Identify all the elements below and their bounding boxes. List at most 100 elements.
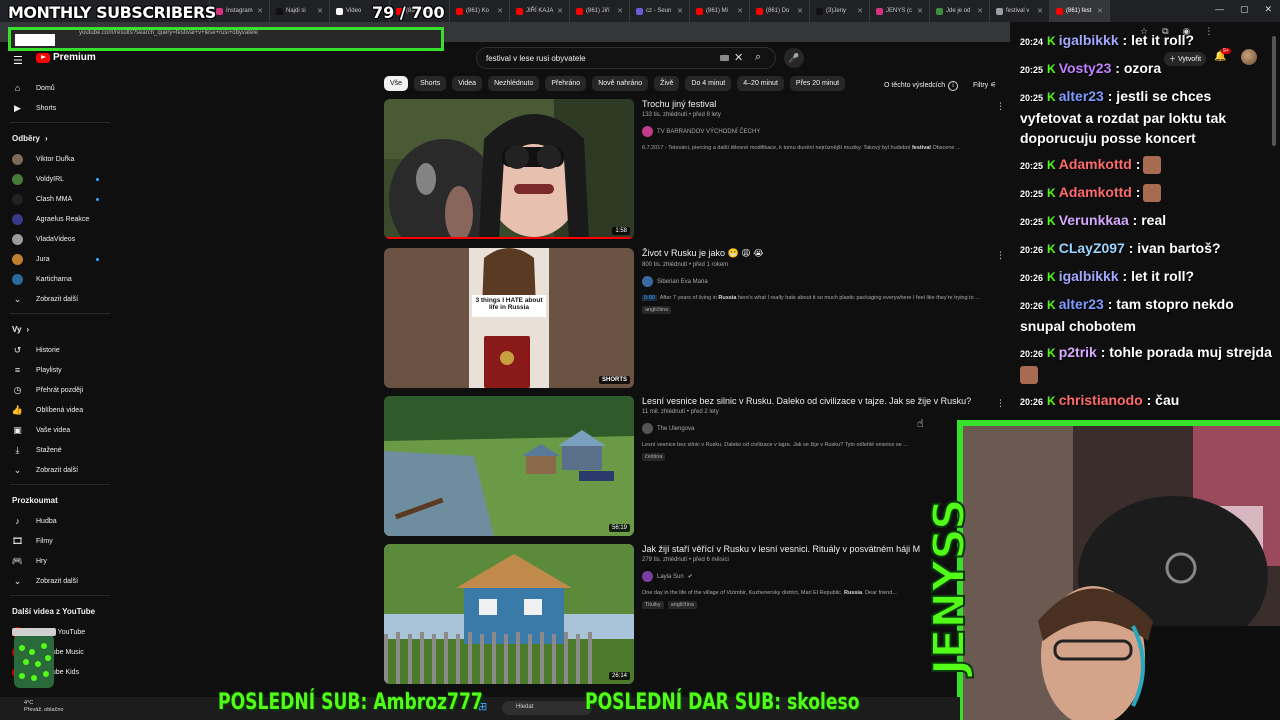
video-thumbnail[interactable]: 26:14 [384,544,634,684]
clear-search-icon[interactable]: ✕ [734,51,743,64]
video-title[interactable]: Trochu jiný festival [642,99,1002,109]
chat-username[interactable]: Verunkkaa [1059,212,1129,228]
taskbar-search[interactable]: Hledat [502,701,592,715]
search-icon[interactable]: ⌕ [755,51,761,64]
sidebar-item[interactable]: ◷ Přehrát později [0,380,120,400]
maximize-icon[interactable]: ▢ [1240,4,1249,15]
channel-name[interactable]: The Ulengova [657,426,694,432]
tab-close-icon[interactable]: ✕ [317,7,323,15]
video-thumbnail[interactable]: 3 things I HATE about life in Russia SHO… [384,248,634,388]
sidebar-item[interactable]: Karticharna [0,269,120,289]
filter-chip[interactable]: Nezhlédnuto [488,76,540,91]
sidebar-item[interactable]: Clash MMA [0,189,120,209]
tab-close-icon[interactable]: ✕ [977,7,983,15]
sidebar-item[interactable]: ⌄ Zobrazit další [0,460,120,480]
minimize-icon[interactable]: — [1215,4,1224,15]
url-input[interactable]: youtube.com/results?search_query=festiva… [8,27,444,51]
chat-username[interactable]: alter23 [1059,88,1104,104]
browser-tab[interactable]: (861) Do ✕ [750,0,810,22]
browser-tab[interactable]: cz - Seun ✕ [630,0,690,22]
tab-close-icon[interactable]: ✕ [677,7,683,15]
tab-close-icon[interactable]: ✕ [557,7,563,15]
more-actions-icon[interactable]: ⋮ [996,398,1005,409]
channel-row[interactable]: Siberian Eva Maria [642,276,1002,287]
chat-username[interactable]: Vosty23 [1059,60,1112,76]
browser-tab[interactable]: Najdi si ✕ [270,0,330,22]
video-title[interactable]: Život v Rusku je jako 😬 😩 😭 [642,248,1002,259]
browser-tab[interactable]: (861) Jiří ✕ [570,0,630,22]
browser-tab[interactable]: JIŘÍ KAJA ✕ [510,0,570,22]
sidebar-item[interactable]: ⤓ Stažené [0,440,120,460]
tab-close-icon[interactable]: ✕ [737,7,743,15]
filters-button[interactable]: Filtry ⚟ [973,81,996,89]
sidebar-section-title[interactable]: Odběry › [0,127,120,149]
channel-name[interactable]: Siberian Eva Maria [657,279,708,285]
sidebar-item[interactable]: ▣ Vaše videa [0,420,120,440]
chat-username[interactable]: igalbikkk [1059,32,1119,48]
tab-close-icon[interactable]: ✕ [1037,7,1043,15]
youtube-logo[interactable]: Premium [36,52,96,63]
search-input[interactable]: festival v lese rusi obyvatele [486,54,586,63]
sidebar-item[interactable]: ⌂ Domů [0,78,120,98]
sidebar-item[interactable]: ≡ Playlisty [0,360,120,380]
browser-tab[interactable]: (861) Mi ✕ [690,0,750,22]
chat-username[interactable]: Adamkottd [1059,184,1132,200]
filter-chip[interactable]: Přehráno [545,76,587,91]
keyboard-icon[interactable] [720,55,729,61]
browser-tab[interactable]: festival v ✕ [990,0,1050,22]
menu-hamburger-icon[interactable]: ☰ [13,54,23,67]
browser-tab[interactable]: JENYS (c ✕ [870,0,930,22]
channel-avatar[interactable] [642,276,653,287]
video-result[interactable]: 1:58 Trochu jiný festival 133 tis. zhléd… [384,99,1005,239]
browser-tab[interactable]: (3)Jeny ✕ [810,0,870,22]
sidebar-item[interactable]: ⌄ Zobrazit další [0,289,120,309]
channel-row[interactable]: The Ulengova [642,423,1002,434]
sidebar-item[interactable]: ▶ Shorts [0,98,120,118]
sidebar-item[interactable]: Jura [0,249,120,269]
sidebar-item[interactable]: VoldyIRL [0,169,120,189]
taskbar-weather[interactable]: 4°C Převáž. oblačno [24,700,63,714]
channel-avatar[interactable] [642,571,653,582]
filter-chip[interactable]: Do 4 minut [685,76,732,91]
desc-timestamp[interactable]: 0:00 [642,295,657,301]
browser-tab[interactable]: (861) Ko ✕ [450,0,510,22]
chat-username[interactable]: p2trik [1059,344,1097,360]
sidebar-item[interactable]: VladaVideos [0,229,120,249]
filter-chip[interactable]: Živě [654,76,680,91]
video-thumbnail[interactable]: 1:58 [384,99,634,239]
tab-close-icon[interactable]: ✕ [1097,7,1103,15]
sidebar-section-title[interactable]: Vy › [0,318,120,340]
chat-username[interactable]: christianodo [1059,392,1143,408]
browser-tab[interactable]: Instagram ✕ [210,0,270,22]
video-result[interactable]: 56:19 Lesní vesnice bez silnic v Rusku. … [384,396,1005,536]
video-result[interactable]: 26:14 Jak žijí staří věřící v Rusku v le… [384,544,1004,684]
channel-avatar[interactable] [642,423,653,434]
chat-username[interactable]: Adamkottd [1059,156,1132,172]
video-title[interactable]: Lesní vesnice bez silnic v Rusku. Daleko… [642,396,1002,406]
channel-name[interactable]: TV BARRANDOV VÝCHODNÍ ČECHY [657,129,760,135]
filter-chip[interactable]: Nově nahráno [592,76,649,91]
filter-chip[interactable]: 4–20 minut [737,76,784,91]
channel-row[interactable]: TV BARRANDOV VÝCHODNÍ ČECHY [642,126,1002,137]
tab-close-icon[interactable]: ✕ [857,7,863,15]
sidebar-item[interactable]: ↺ Historie [0,340,120,360]
chat-scrollbar[interactable] [1272,36,1276,146]
sidebar-item[interactable]: Viktor Duřka [0,149,120,169]
sidebar-item[interactable]: 👍 Oblíbená videa [0,400,120,420]
channel-name[interactable]: Layla Sun [657,574,684,580]
tab-close-icon[interactable]: ✕ [797,7,803,15]
tab-close-icon[interactable]: ✕ [617,7,623,15]
chat-username[interactable]: igalbikkk [1059,268,1119,284]
browser-tab[interactable]: Jde je od ✕ [930,0,990,22]
sidebar-item[interactable]: ♪ Hudba [0,511,120,531]
filter-chip[interactable]: Vše [384,76,409,91]
filter-chip[interactable]: Přes 20 minut [789,76,846,91]
channel-avatar[interactable] [642,126,653,137]
sidebar-item[interactable]: Agraelus Reakce [0,209,120,229]
chat-username[interactable]: alter23 [1059,296,1104,312]
sidebar-item[interactable]: 🎮 Hry [0,551,120,571]
sidebar-item[interactable]: 🎞 Filmy [0,531,120,551]
video-thumbnail[interactable]: 56:19 [384,396,634,536]
tab-close-icon[interactable]: ✕ [257,7,263,15]
filter-chip[interactable]: Videa [452,76,483,91]
